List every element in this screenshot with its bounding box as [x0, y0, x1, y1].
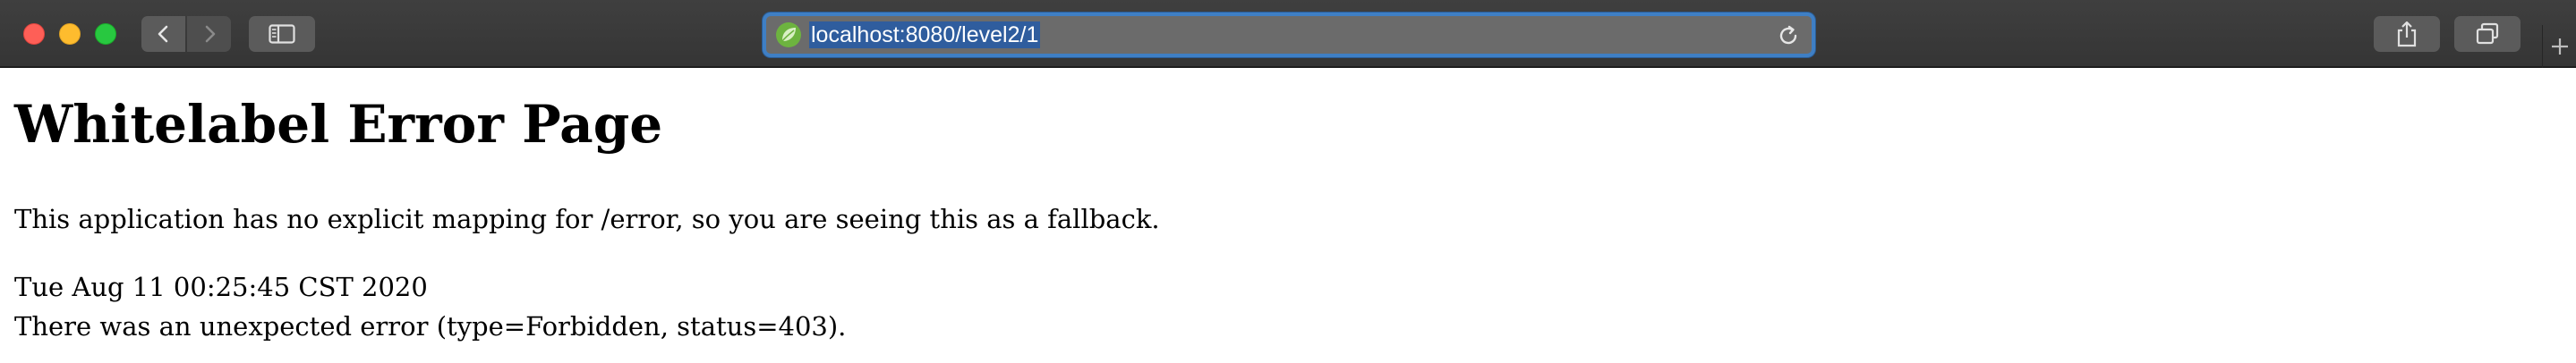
- navigation-buttons: [141, 16, 231, 52]
- tab-overview-icon: [2476, 22, 2499, 45]
- forward-button[interactable]: [187, 16, 231, 52]
- spring-leaf-icon: [776, 22, 801, 47]
- share-icon: [2397, 21, 2417, 47]
- error-timestamp: Tue Aug 11 00:25:45 CST 2020: [14, 272, 428, 302]
- error-details: There was an unexpected error (type=Forb…: [14, 311, 847, 342]
- error-message: This application has no explicit mapping…: [14, 204, 1160, 234]
- plus-icon: [2551, 38, 2568, 55]
- page-content: Whitelabel Error Page This application h…: [0, 70, 2576, 363]
- share-button[interactable]: [2374, 16, 2440, 52]
- new-tab-button[interactable]: [2542, 25, 2576, 68]
- back-button[interactable]: [141, 16, 185, 52]
- sidebar-icon: [269, 24, 295, 44]
- minimize-window-button[interactable]: [59, 23, 81, 45]
- tab-overview-button[interactable]: [2454, 16, 2521, 52]
- maximize-window-button[interactable]: [95, 23, 116, 45]
- chevron-left-icon: [158, 25, 167, 43]
- chevron-right-icon: [205, 25, 215, 43]
- url-text[interactable]: localhost:8080/level2/1: [809, 21, 1041, 48]
- browser-toolbar: localhost:8080/level2/1: [0, 0, 2576, 68]
- close-window-button[interactable]: [23, 23, 45, 45]
- page-title: Whitelabel Error Page: [14, 94, 663, 155]
- address-bar[interactable]: localhost:8080/level2/1: [763, 13, 1815, 57]
- reload-icon[interactable]: [1776, 23, 1801, 48]
- sidebar-toggle-button[interactable]: [249, 16, 315, 52]
